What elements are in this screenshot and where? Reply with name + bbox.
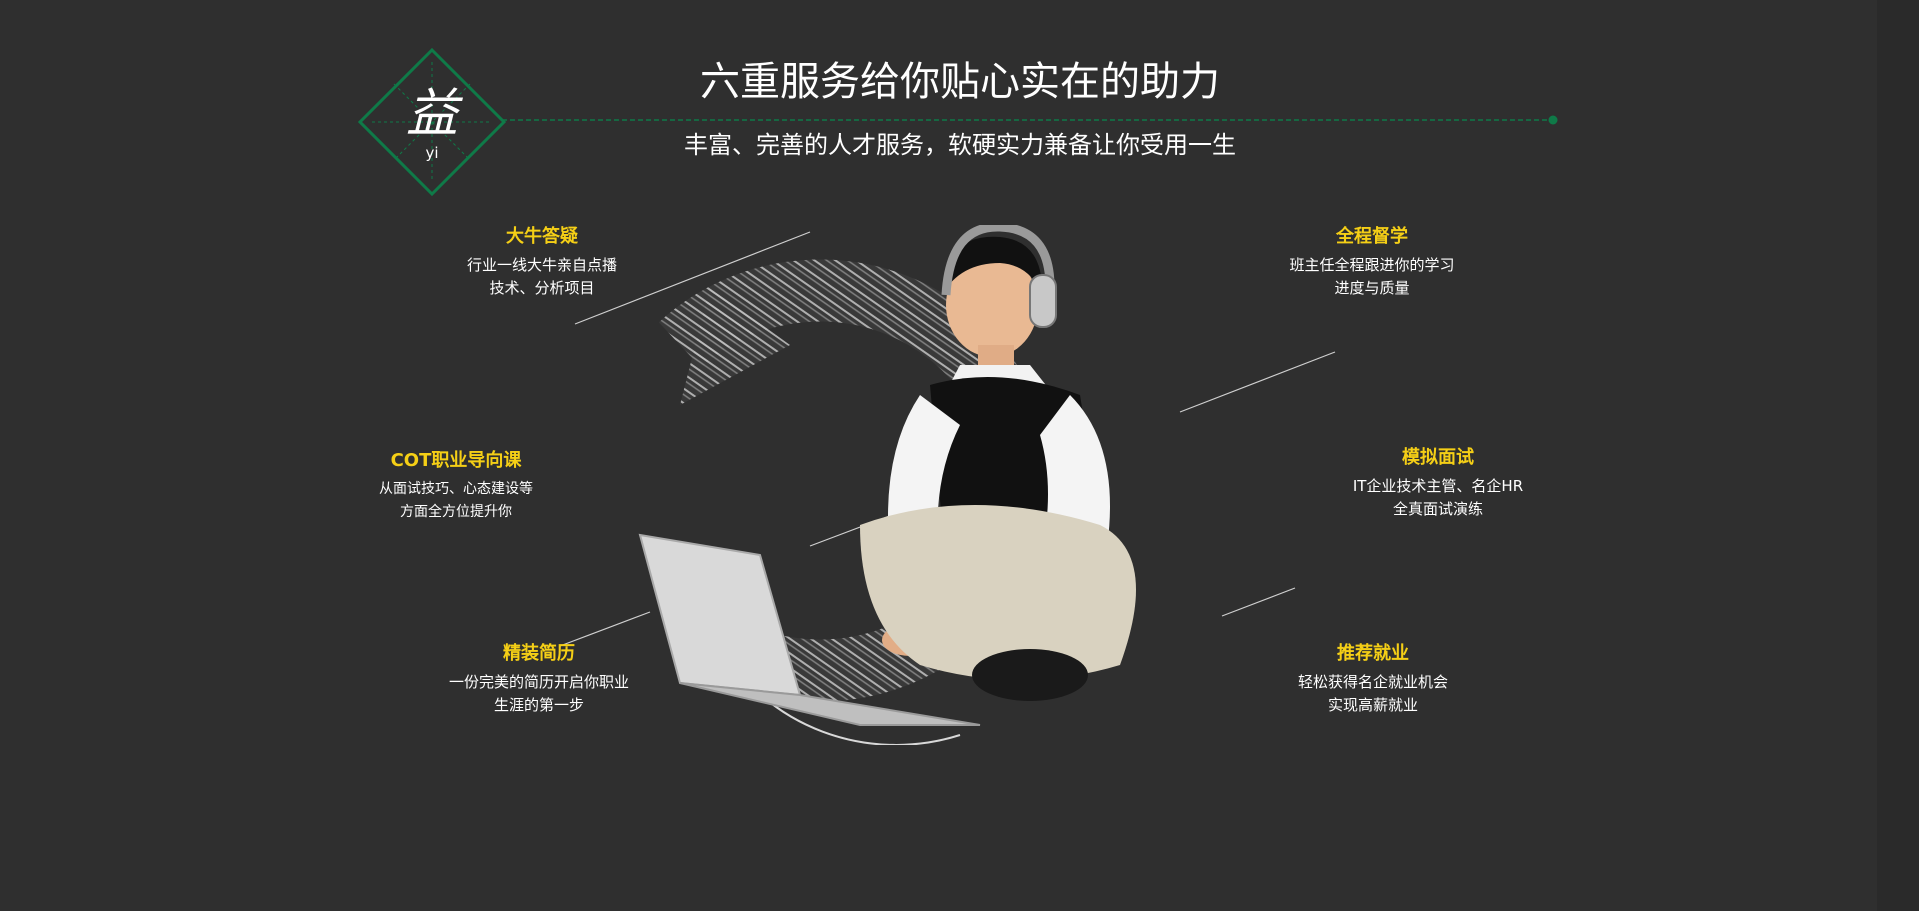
service-expert-qa: 大牛答疑 行业一线大牛亲自点播 技术、分析项目: [442, 224, 642, 300]
service-description: IT企业技术主管、名企HR 全真面试演练: [1352, 477, 1524, 518]
service-title: 精装简历: [503, 643, 575, 664]
service-title: COT职业导向课: [390, 450, 522, 471]
service-description: 一份完美的简历开启你职业 生涯的第一步: [448, 673, 629, 714]
student-with-laptop-illustration: [638, 225, 1136, 745]
services-section: 益 yi 六重服务给你贴心实在的助力 丰富、完善的人才服务，软硬实力兼备让你受用…: [0, 0, 1919, 911]
service-title: 模拟面试: [1402, 447, 1474, 468]
logo-character: 益: [405, 84, 458, 144]
service-study-supervision: 全程督学 班主任全程跟进你的学习 进度与质量: [1262, 224, 1482, 300]
service-description: 轻松获得名企就业机会 实现高薪就业: [1297, 673, 1448, 714]
service-resume: 精装简历 一份完美的简历开启你职业 生涯的第一步: [428, 641, 650, 717]
service-description: 班主任全程跟进你的学习 进度与质量: [1289, 256, 1455, 297]
page-title: 六重服务给你贴心实在的助力: [700, 59, 1220, 105]
service-mock-interview: 模拟面试 IT企业技术主管、名企HR 全真面试演练: [1333, 445, 1543, 521]
diamond-logo: 益 yi: [357, 47, 507, 197]
service-career-course: COT职业导向课 从面试技巧、心态建设等 方面全方位提升你: [366, 448, 546, 524]
service-description: 从面试技巧、心态建设等 方面全方位提升你: [379, 481, 533, 520]
service-title: 全程督学: [1336, 226, 1408, 247]
logo-pinyin: yi: [425, 144, 439, 162]
page-subtitle: 丰富、完善的人才服务，软硬实力兼备让你受用一生: [684, 131, 1236, 159]
scroll-gutter: [1877, 0, 1919, 911]
service-title: 大牛答疑: [506, 226, 578, 247]
service-job-recommendation: 推荐就业 轻松获得名企就业机会 实现高薪就业: [1268, 641, 1478, 717]
service-description: 行业一线大牛亲自点播 技术、分析项目: [466, 256, 617, 297]
service-title: 推荐就业: [1337, 643, 1409, 664]
